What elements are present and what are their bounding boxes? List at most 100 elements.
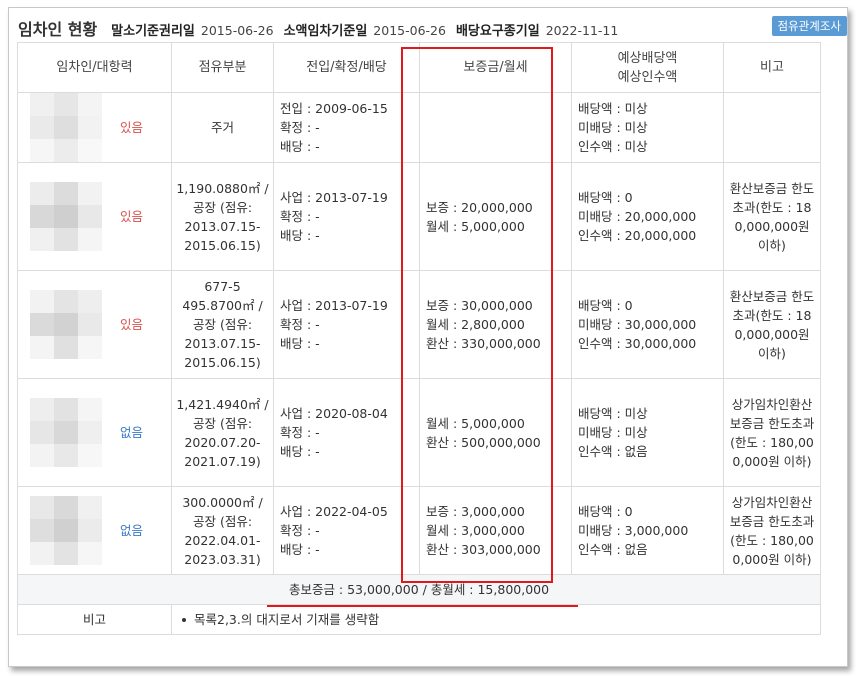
tenant-name-redacted: [30, 93, 102, 162]
tenant-row: 있음 1,190.0880㎡ / 공장 (점유: 2013.07.15-2015…: [17, 162, 821, 271]
deposit-info: [419, 92, 572, 163]
etc-note: 상가임차인환산보증금 한도초과(한도 : 180,000,000원 이하): [723, 378, 821, 487]
move-in-line: 확정 : -: [280, 425, 320, 440]
deposit-line: 보증 : 30,000,000: [426, 298, 533, 313]
base-right-date: 2015-06-26: [200, 23, 274, 38]
expected-info: 배당액 : 0 미배당 : 30,000,000 인수액 : 30,000,000: [571, 270, 724, 379]
expected-info: 배당액 : 미상미배당 : 미상인수액 : 없음: [571, 378, 724, 487]
etc-note: 환산보증금 한도초과(한도 : 180,000,000원 이하): [723, 270, 821, 379]
occupied-part: 677-5 495.8700㎡ / 공장 (점유: 2013.07.15-201…: [171, 270, 274, 379]
tenant-name-redacted: [30, 496, 102, 565]
expected-line: 미배당 : 20,000,000: [578, 209, 697, 224]
etc-note: 환산보증금 한도초과(한도 : 180,000,000원 이하): [723, 162, 821, 271]
etc-note: 상가임차인환산보증금 한도초과(한도 : 180,000,000원 이하): [723, 486, 821, 575]
move-in-line: 확정 : -: [280, 317, 320, 332]
expected-line: 배당액 : 미상: [578, 406, 648, 421]
col-etc: 비고: [723, 42, 821, 93]
deposit-info: 보증 : 30,000,000 월세 : 2,800,000 환산 : 330,00…: [419, 270, 572, 379]
note-text: 목록2,3.의 대지로서 기재를 생략함: [194, 612, 380, 627]
move-in-info: 사업 : 2013-07-19 확정 : - 배당 : -: [273, 270, 420, 379]
table-header-row: 임차인/대항력 점유부분 전입/확정/배당 보증금/월세 예상배당액 예상인수액…: [17, 42, 821, 93]
dividend-date: 2022-11-11: [545, 23, 619, 38]
dividend-label: 배당요구종기일: [455, 24, 540, 39]
expected-line: 인수액 : 미상: [578, 139, 648, 154]
small-lease-date: 2015-06-26: [373, 23, 446, 38]
expected-line: 미배당 : 30,000,000: [578, 317, 697, 332]
occupancy-survey-button[interactable]: 점유관계조사: [771, 16, 847, 36]
expected-line: 인수액 : 없음: [578, 444, 648, 459]
opposing-power: 있음: [120, 209, 144, 224]
deposit-line: 환산 : 303,000,000: [426, 542, 541, 557]
expected-line: 인수액 : 30,000,000: [578, 336, 697, 351]
move-in-info: 사업 : 2022-04-05 확정 : - 배당 : -: [273, 486, 420, 575]
move-in-line: 사업 : 2013-07-19: [280, 298, 388, 313]
occupied-part: 1,190.0880㎡ / 공장 (점유: 2013.07.15-2015.06…: [171, 162, 274, 271]
move-in-line: 사업 : 2013-07-19: [280, 190, 388, 205]
expected-line: 미배당 : 미상: [578, 425, 648, 440]
tenant-name-redacted: [30, 290, 102, 359]
deposit-line: 월세 : 5,000,000: [426, 218, 525, 234]
expected-line: 배당액 : 0: [578, 504, 633, 519]
deposit-line: 월세 : 5,000,000: [426, 415, 525, 431]
deposit-info: 보증 : 3,000,000 월세 : 3,000,000 환산 : 303,000…: [419, 486, 572, 575]
deposit-line: 월세 : 2,800,000: [426, 317, 525, 332]
tenant-row: 없음 300.0000㎡ / 공장 (점유: 2022.04.01-2023.0…: [17, 486, 821, 575]
tenant-cell: 없음: [17, 378, 172, 487]
expected-line: 배당액 : 0: [578, 298, 633, 313]
move-in-line: 배당 : -: [280, 139, 320, 154]
tenant-row: 있음 677-5 495.8700㎡ / 공장 (점유: 2013.07.15-…: [17, 270, 821, 379]
col-tenant: 임차인/대항력: [17, 42, 172, 93]
move-in-line: 확정 : -: [280, 120, 320, 135]
expected-info: 배당액 : 0 미배당 : 20,000,000 인수액 : 20,000,000: [571, 162, 724, 271]
opposing-power: 있음: [120, 120, 144, 135]
tenant-name-redacted: [30, 182, 102, 251]
tenant-cell: 있음: [17, 92, 172, 163]
occupied-part: 300.0000㎡ / 공장 (점유: 2022.04.01-2023.03.3…: [171, 486, 274, 575]
deposit-info: 보증 : 20,000,000 월세 : 5,000,000: [419, 162, 572, 271]
occupied-part: 주거: [171, 92, 274, 163]
move-in-line: 사업 : 2020-08-04: [280, 406, 388, 421]
opposing-power: 없음: [120, 425, 144, 440]
expected-line: 미배당 : 3,000,000: [578, 523, 689, 538]
move-in-line: 확정 : -: [280, 523, 320, 538]
tenant-cell: 없음: [17, 486, 172, 575]
tenant-cell: 있음: [17, 162, 172, 271]
panel-title: 임차인 현황: [18, 20, 98, 39]
tenant-name-redacted: [30, 398, 102, 467]
deposit-info: 월세 : 5,000,000 환산 : 500,000,000: [419, 378, 572, 487]
total-row: 총보증금 : 53,000,000 / 총월세 : 15,800,000: [17, 574, 821, 605]
expected-info: 배당액 : 미상 미배당 : 미상 인수액 : 미상: [571, 92, 724, 163]
col-move: 전입/확정/배당: [273, 42, 420, 93]
move-in-info: 전입 : 2009-06-15 확정 : - 배당 : -: [273, 92, 420, 163]
etc-note: [723, 92, 821, 163]
tenant-row: 있음 주거 전입 : 2009-06-15 확정 : - 배당 : - 배당액 : …: [17, 92, 821, 163]
move-in-info: 사업 : 2020-08-04 확정 : - 배당 : -: [273, 378, 420, 487]
expected-line: 배당액 : 0: [578, 190, 633, 205]
move-in-info: 사업 : 2013-07-19 확정 : - 배당 : -: [273, 162, 420, 271]
occupied-part: 1,421.4940㎡ / 공장 (점유: 2020.07.20-2021.07…: [171, 378, 274, 487]
col-deposit: 보증금/월세: [419, 42, 572, 93]
move-in-line: 사업 : 2022-04-05: [280, 504, 388, 519]
deposit-line: 보증 : 20,000,000: [426, 199, 533, 215]
col-part: 점유부분: [171, 42, 274, 93]
opposing-power: 있음: [120, 317, 144, 332]
deposit-line: 환산 : 500,000,000: [426, 434, 541, 450]
expected-line: 미배당 : 미상: [578, 120, 648, 135]
deposit-line: 보증 : 3,000,000: [426, 504, 525, 519]
move-in-line: 전입 : 2009-06-15: [280, 101, 388, 116]
col-expected: 예상배당액 예상인수액: [571, 42, 724, 93]
bullet-icon: [182, 617, 186, 622]
total-summary: 총보증금 : 53,000,000 / 총월세 : 15,800,000: [17, 574, 821, 605]
move-in-line: 확정 : -: [280, 209, 320, 224]
tenant-table: 임차인/대항력 점유부분 전입/확정/배당 보증금/월세 예상배당액 예상인수액…: [17, 42, 821, 635]
move-in-line: 배당 : -: [280, 542, 320, 557]
expected-line: 인수액 : 없음: [578, 542, 648, 557]
tenant-cell: 있음: [17, 270, 172, 379]
panel-header: 임차인 현황 말소기준권리일 2015-06-26 소액임차기준일 2015-0…: [18, 16, 628, 39]
expected-line: 인수액 : 20,000,000: [578, 228, 697, 243]
deposit-line: 환산 : 330,000,000: [426, 336, 541, 351]
note-row: 비고 목록2,3.의 대지로서 기재를 생략함: [17, 604, 821, 635]
move-in-line: 배당 : -: [280, 444, 320, 459]
tenant-row: 없음 1,421.4940㎡ / 공장 (점유: 2020.07.20-2021…: [17, 378, 821, 487]
deposit-line: 월세 : 3,000,000: [426, 523, 525, 538]
